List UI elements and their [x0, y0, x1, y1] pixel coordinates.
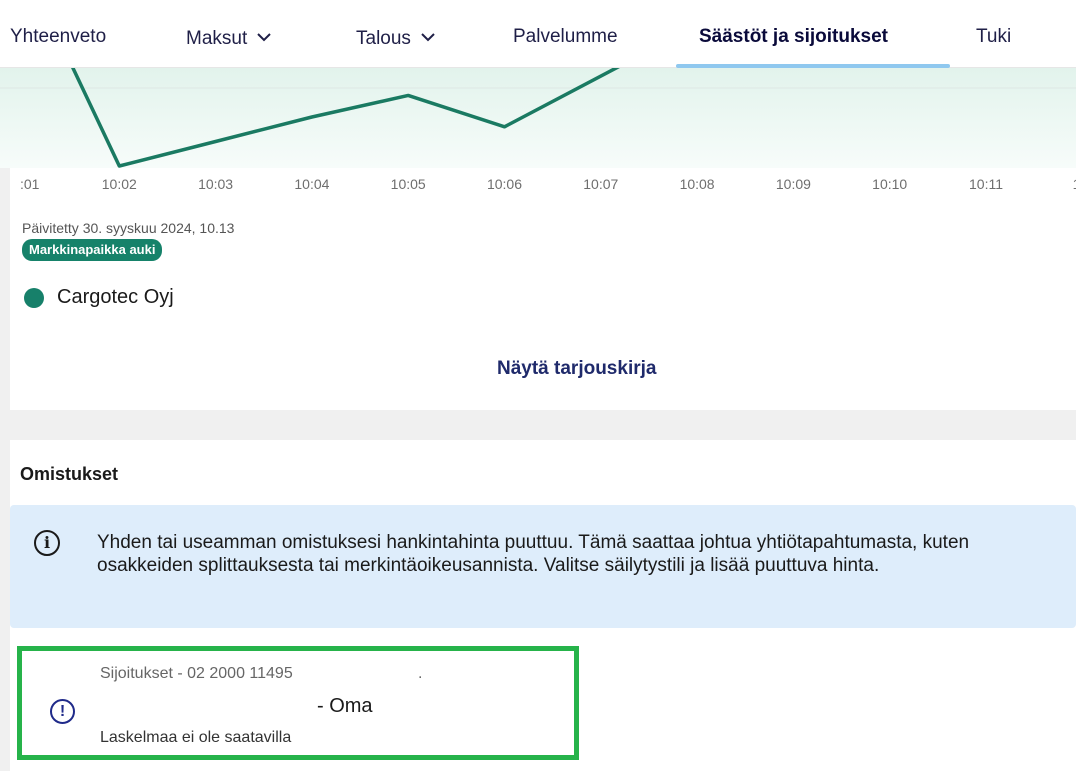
chevron-down-icon: [257, 26, 271, 48]
info-icon: i: [34, 530, 60, 556]
x-tick-label: 10:08: [680, 176, 715, 192]
nav-item-maksut[interactable]: Maksut: [186, 26, 271, 50]
nav-item-talous[interactable]: Talous: [356, 26, 435, 50]
account-card[interactable]: ! Sijoitukset - 02 2000 11495 . - Oma La…: [17, 646, 579, 760]
chart-area-fill: [0, 68, 1076, 168]
x-tick-label: 10:02: [102, 176, 137, 192]
account-name: Sijoitukset - 02 2000 11495: [100, 665, 293, 682]
x-tick-label: 10:03: [198, 176, 233, 192]
x-tick-label: :01: [20, 176, 40, 192]
nav-label: Palvelumme: [513, 26, 618, 47]
nav-label: Yhteenveto: [10, 26, 107, 47]
x-tick-label: 10:07: [583, 176, 618, 192]
holdings-title: Omistukset: [20, 464, 119, 484]
holdings-section: Omistukset i Yhden tai useamman omistuks…: [10, 440, 1076, 771]
nav-label: Tuki: [976, 26, 1012, 47]
account-name-dot: .: [418, 665, 423, 682]
show-orderbook-link[interactable]: Näytä tarjouskirja: [497, 358, 656, 380]
x-tick-label: 10:11: [969, 176, 1003, 192]
nav-label: Säästöt ja sijoitukset: [699, 26, 889, 47]
x-tick-label: 10:09: [776, 176, 811, 192]
top-navigation: Yhteenveto Maksut Talous Palvelumme Sääs…: [0, 0, 1076, 68]
chevron-down-icon: [421, 26, 435, 48]
price-chart: :01 10:02 10:03 10:04 10:05 10:06 10:07 10:08 10…: [0, 68, 1076, 192]
nav-item-palvelumme[interactable]: Palvelumme: [513, 26, 618, 48]
nav-label: Talous: [356, 28, 411, 49]
nav-item-saastot-ja-sijoitukset[interactable]: Säästöt ja sijoitukset: [699, 26, 888, 48]
updated-timestamp: Päivitetty 30. syyskuu 2024, 10.13: [22, 220, 235, 236]
redaction-mask: [344, 663, 409, 685]
nav-label: Maksut: [186, 28, 248, 49]
nav-item-yhteenveto[interactable]: Yhteenveto: [10, 26, 106, 48]
account-owner: - Oma: [317, 695, 373, 717]
x-tick-label: 10:: [1073, 176, 1076, 192]
info-notice: i Yhden tai useamman omistuksesi hankint…: [10, 505, 1076, 628]
x-tick-label: 10:10: [872, 176, 907, 192]
legend-label: Cargotec Oyj: [57, 286, 174, 308]
account-status: Laskelmaa ei ole saatavilla: [100, 729, 292, 746]
x-tick-label: 10:04: [294, 176, 329, 192]
market-status-badge: Markkinapaikka auki: [22, 239, 163, 261]
legend-dot-icon: [24, 288, 44, 308]
warning-icon: !: [50, 699, 75, 724]
x-tick-label: 10:06: [487, 176, 522, 192]
x-tick-label: 10:05: [391, 176, 426, 192]
price-chart-card: :01 10:02 10:03 10:04 10:05 10:06 10:07 10:08 10…: [0, 68, 1076, 410]
nav-item-tuki[interactable]: Tuki: [976, 26, 1011, 48]
info-text: Yhden tai useamman omistuksesi hankintah…: [97, 532, 970, 576]
